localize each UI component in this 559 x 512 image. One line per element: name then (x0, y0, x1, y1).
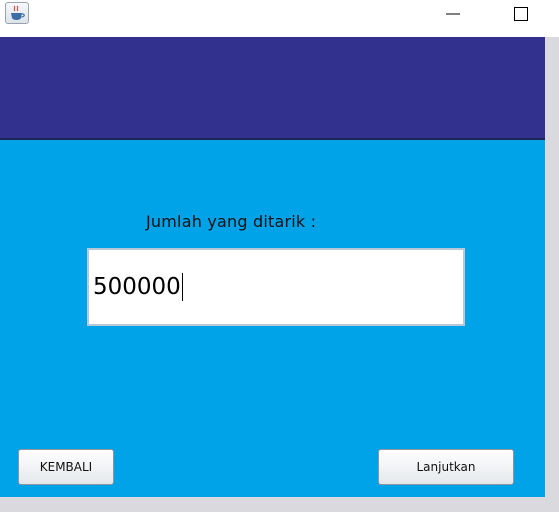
minimize-icon (446, 13, 460, 15)
java-cup-icon[interactable] (5, 2, 29, 24)
text-caret (181, 273, 183, 301)
window-edge-bottom (0, 497, 559, 512)
continue-button[interactable]: Lanjutkan (378, 449, 514, 485)
title-bar (0, 0, 559, 37)
maximize-button[interactable] (498, 0, 544, 30)
amount-label: Jumlah yang ditarik : (146, 212, 317, 231)
header-band (0, 37, 545, 140)
back-button[interactable]: KEMBALI (18, 449, 114, 485)
window-edge-right (545, 37, 559, 497)
amount-input[interactable]: 500000 (87, 248, 465, 326)
amount-input-value: 500000 (93, 274, 181, 300)
minimize-button[interactable] (430, 0, 476, 30)
maximize-icon (514, 7, 528, 21)
